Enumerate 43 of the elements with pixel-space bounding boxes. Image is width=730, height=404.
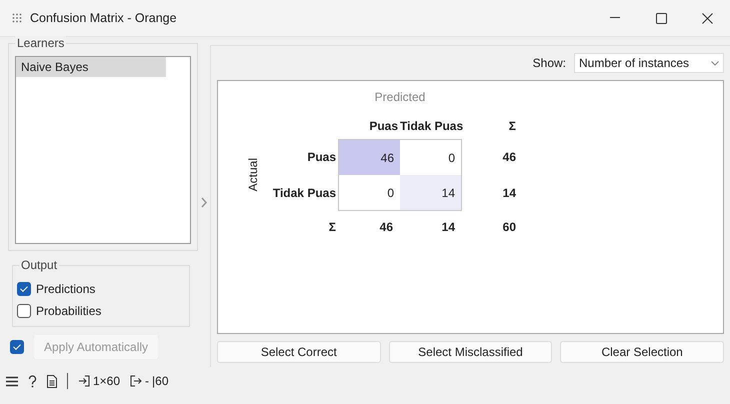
window-title: Confusion Matrix - Orange [30, 11, 178, 25]
matrix-cell: 0 [338, 175, 400, 211]
column-total: 60 [502, 220, 517, 234]
column-total: 14 [440, 220, 456, 234]
close-icon[interactable] [702, 12, 712, 24]
row-total: 46 [502, 150, 517, 164]
column-header: Σ [508, 119, 517, 133]
grid-dots-icon [12, 13, 22, 23]
output-icon[interactable] [130, 375, 142, 387]
list-item[interactable]: Naive Bayes [16, 57, 166, 77]
checkbox-label[interactable]: Predictions [36, 282, 96, 296]
checkbox-label[interactable]: Probabilities [36, 304, 102, 318]
matrix-cell: 14 [400, 175, 462, 211]
checkbox[interactable] [17, 304, 31, 318]
axis-label: Actual [246, 158, 260, 192]
select-button[interactable]: Select Correct [217, 341, 381, 363]
input-icon[interactable] [78, 375, 90, 387]
column-header: Tidak Puas [400, 119, 462, 133]
checkbox[interactable] [17, 282, 31, 296]
output-dash: - [145, 374, 150, 388]
select-button[interactable]: Clear Selection [560, 341, 724, 363]
chevron-down-icon [711, 60, 719, 66]
minimize-icon[interactable] [610, 17, 620, 19]
show-dropdown[interactable]: Number of instances [574, 53, 724, 73]
row-header: Tidak Puas [272, 186, 337, 200]
row-header: Puas [306, 150, 337, 164]
column-total: 46 [378, 220, 394, 234]
axis-label: Predicted [374, 90, 426, 104]
show-label: Show: [532, 56, 566, 70]
output-count: |60 [152, 374, 168, 388]
group-title: Output [19, 258, 60, 272]
matrix-cell: 46 [338, 139, 400, 175]
maximize-icon[interactable] [656, 12, 666, 24]
input-count: 1×60 [93, 374, 120, 388]
document-icon[interactable] [47, 374, 57, 388]
row-total: 14 [502, 186, 517, 200]
matrix-cell: 0 [400, 139, 462, 175]
group-title: Learners [15, 36, 66, 50]
help-icon[interactable] [28, 374, 37, 388]
select-button[interactable]: Select Misclassified [388, 341, 552, 363]
menu-icon[interactable] [6, 376, 18, 386]
row-header: Σ [328, 220, 337, 234]
column-header: Puas [368, 119, 399, 133]
